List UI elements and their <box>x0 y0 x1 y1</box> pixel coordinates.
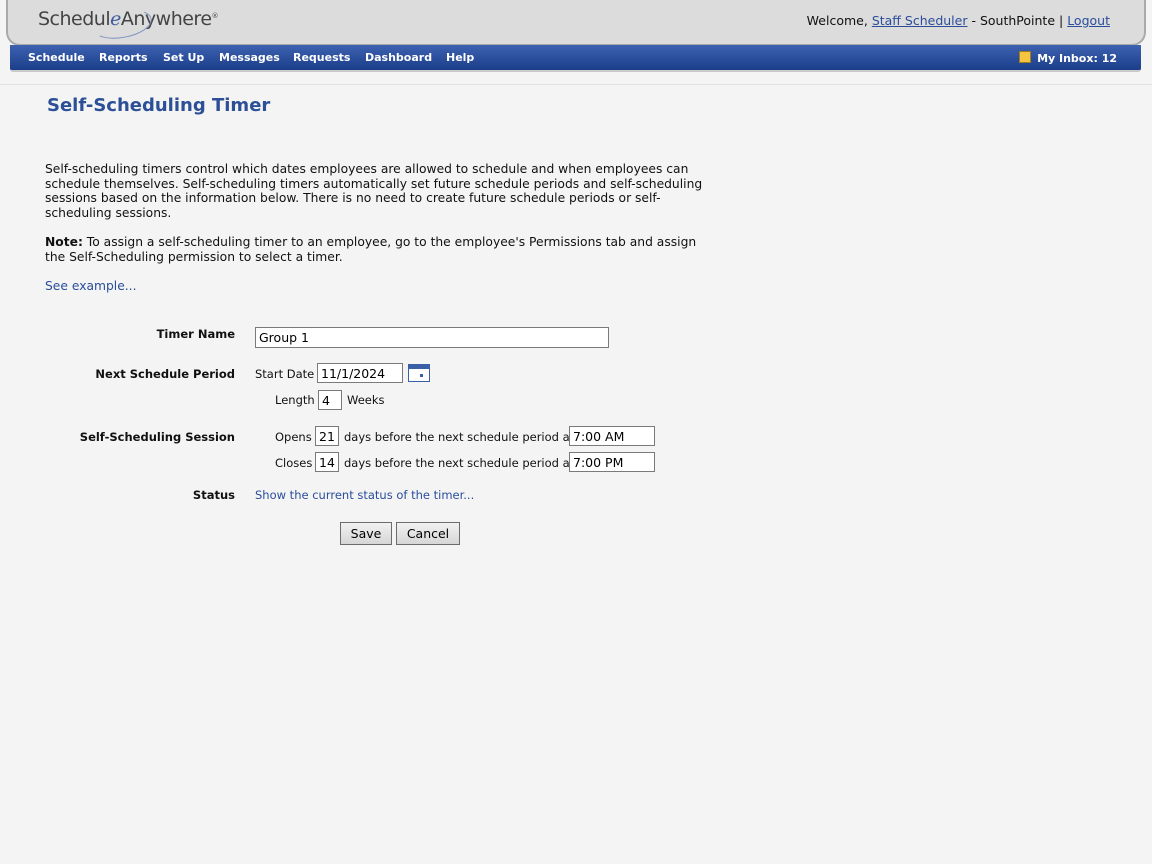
header-divider <box>0 84 1152 85</box>
opens-time-input[interactable] <box>569 426 655 446</box>
see-example-link[interactable]: See example... <box>45 279 137 293</box>
nav-messages[interactable]: Messages <box>219 51 280 64</box>
nav-requests[interactable]: Requests <box>293 51 350 64</box>
welcome-text: Welcome, <box>806 13 868 28</box>
cancel-button[interactable]: Cancel <box>396 522 460 545</box>
start-date-label: Start Date <box>255 367 315 381</box>
note-text: Note: To assign a self-scheduling timer … <box>45 235 705 264</box>
nav-setup[interactable]: Set Up <box>163 51 204 64</box>
closes-description: days before the next schedule period at <box>344 456 575 470</box>
opens-description: days before the next schedule period at <box>344 430 575 444</box>
session-label: Self-Scheduling Session <box>79 430 235 444</box>
user-link[interactable]: Staff Scheduler <box>872 13 968 28</box>
main-nav: Schedule Reports Set Up Messages Request… <box>10 45 1141 72</box>
status-label: Status <box>192 488 235 502</box>
closes-label: Closes <box>275 456 313 470</box>
inbox-icon <box>1019 51 1032 63</box>
timer-name-input[interactable] <box>255 327 609 348</box>
weeks-label: Weeks <box>347 393 385 407</box>
calendar-icon[interactable] <box>408 364 430 382</box>
save-button[interactable]: Save <box>340 522 392 545</box>
closes-time-input[interactable] <box>569 452 655 472</box>
next-period-label: Next Schedule Period <box>95 367 235 381</box>
note-label: Note: <box>45 235 83 249</box>
length-input[interactable] <box>318 390 342 410</box>
opens-days-input[interactable] <box>315 426 339 446</box>
nav-help[interactable]: Help <box>446 51 474 64</box>
nav-schedule[interactable]: Schedule <box>28 51 85 64</box>
welcome-area: Welcome, Staff Scheduler - SouthPointe |… <box>807 13 1110 28</box>
org-text: - SouthPointe | <box>971 13 1064 28</box>
nav-dashboard[interactable]: Dashboard <box>365 51 432 64</box>
closes-days-input[interactable] <box>315 452 339 472</box>
opens-label: Opens <box>275 430 312 444</box>
logout-link[interactable]: Logout <box>1067 13 1110 28</box>
note-body: To assign a self-scheduling timer to an … <box>45 235 697 264</box>
logo-registered-mark: ® <box>211 12 219 20</box>
page-title: Self-Scheduling Timer <box>47 95 271 116</box>
status-link[interactable]: Show the current status of the timer... <box>255 488 474 502</box>
timer-name-label: Timer Name <box>156 327 235 341</box>
inbox-link[interactable]: My Inbox: 12 <box>1019 51 1117 65</box>
length-label: Length <box>275 393 315 407</box>
start-date-input[interactable] <box>317 363 403 383</box>
nav-reports[interactable]: Reports <box>99 51 148 64</box>
intro-text: Self-scheduling timers control which dat… <box>45 162 703 220</box>
header-bar: ScheduleAnywhere® Welcome, Staff Schedul… <box>6 0 1146 46</box>
inbox-label: My Inbox: 12 <box>1037 52 1117 65</box>
